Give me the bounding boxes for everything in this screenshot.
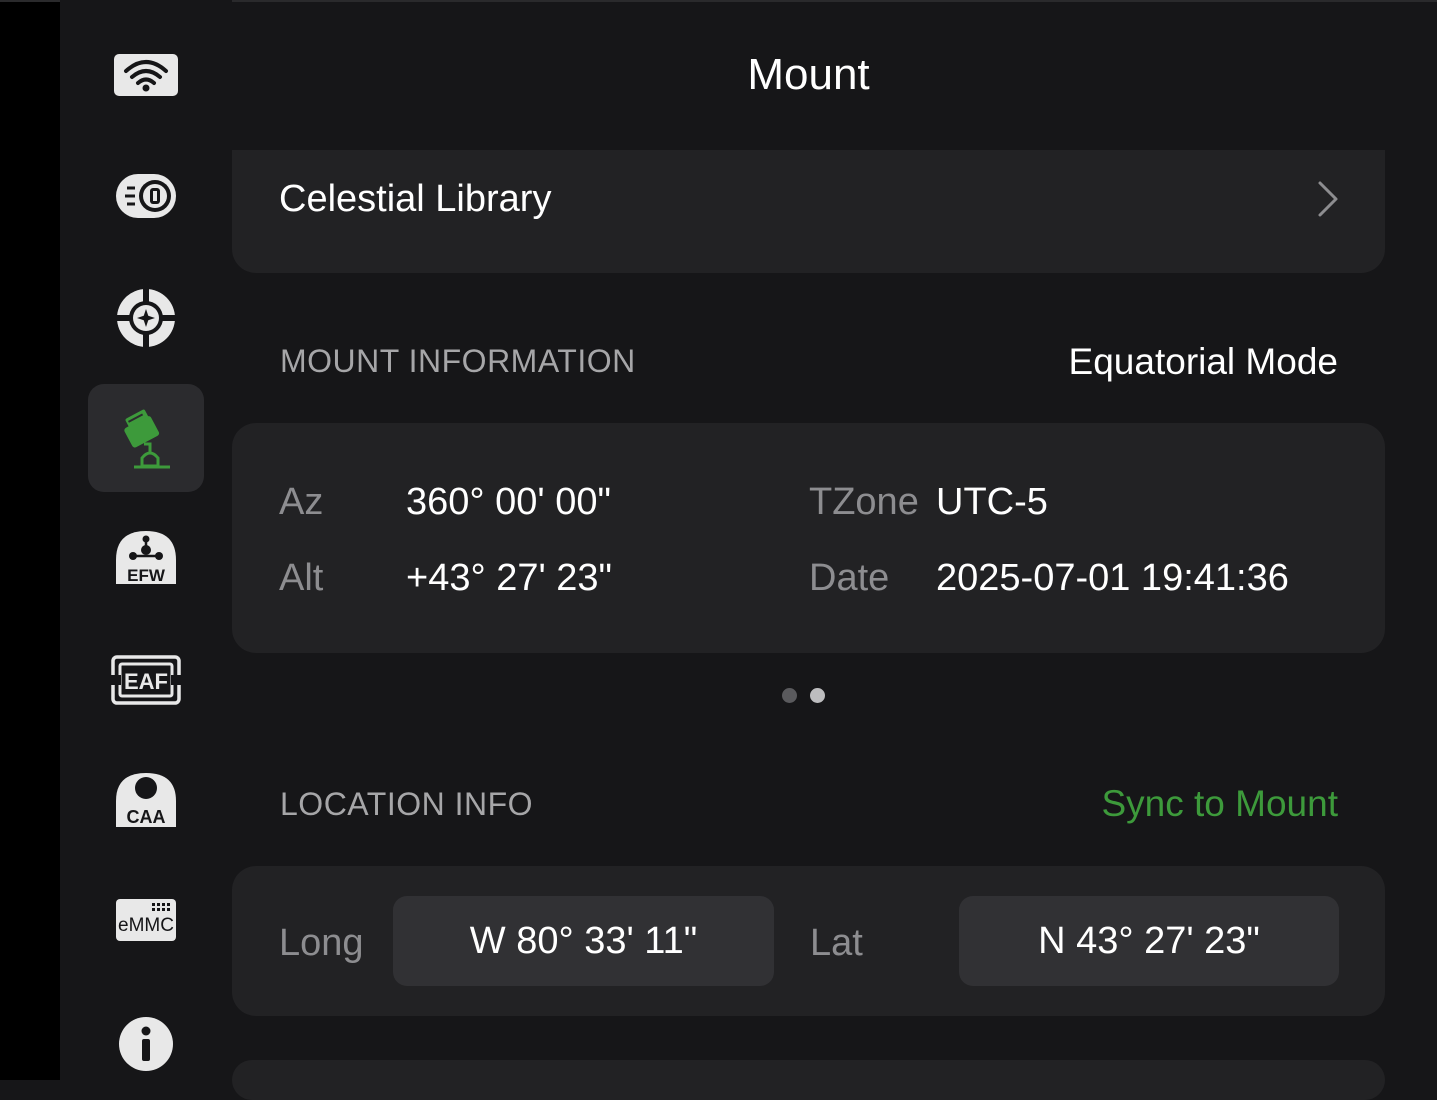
az-value: 360° 00' 00"	[406, 481, 611, 523]
az-label: Az	[279, 481, 324, 523]
sidebar-item-info[interactable]	[88, 990, 204, 1098]
sidebar-item-wifi[interactable]	[88, 21, 204, 129]
alt-label: Alt	[279, 557, 324, 599]
sidebar-item-mount[interactable]	[88, 384, 204, 492]
sidebar-item-emmc[interactable]: eMMC	[88, 866, 204, 974]
svg-text:EFW: EFW	[127, 566, 166, 585]
svg-text:EAF: EAF	[124, 669, 168, 694]
sidebar-item-efw[interactable]: EFW	[88, 504, 204, 612]
sidebar-item-guide[interactable]	[88, 264, 204, 372]
date-label: Date	[809, 557, 890, 599]
mount-mode-label: Equatorial Mode	[1068, 341, 1338, 382]
screen-edge	[0, 0, 60, 1080]
svg-text:eMMC: eMMC	[118, 915, 174, 936]
next-section-card	[232, 1060, 1385, 1100]
eaf-icon: EAF	[111, 655, 181, 705]
page-title: Mount	[747, 50, 870, 99]
svg-text:CAA: CAA	[127, 807, 166, 827]
latitude-field[interactable]: N 43° 27' 23"	[959, 896, 1339, 986]
page-dot-2[interactable]	[810, 688, 825, 703]
chevron-right-icon	[1317, 180, 1339, 223]
info-icon	[118, 1016, 174, 1072]
celestial-library-row[interactable]: Celestial Library	[232, 150, 1385, 273]
tzone-value: UTC-5	[936, 481, 1048, 523]
page-dot-1[interactable]	[782, 688, 797, 703]
camera-icon	[113, 170, 179, 222]
mount-information-heading: MOUNT INFORMATION	[280, 343, 636, 379]
lat-label: Lat	[810, 922, 863, 964]
mount-icon	[116, 406, 176, 470]
alt-value: +43° 27' 23"	[406, 557, 613, 599]
efw-icon: EFW	[113, 528, 179, 588]
celestial-library-label: Celestial Library	[279, 178, 552, 220]
mount-info-card: Az 360° 00' 00" Alt +43° 27' 23" TZone U…	[232, 423, 1385, 653]
wifi-icon	[113, 51, 179, 99]
date-value: 2025-07-01 19:41:36	[936, 557, 1289, 599]
longitude-field[interactable]: W 80° 33' 11"	[393, 896, 774, 986]
sidebar-item-eaf[interactable]: EAF	[88, 626, 204, 734]
sidebar-item-caa[interactable]: CAA	[88, 746, 204, 854]
page-indicator[interactable]	[782, 688, 825, 703]
sidebar: EFW EAF CAA eMMC	[60, 0, 232, 1080]
emmc-icon: eMMC	[114, 897, 178, 943]
sidebar-item-camera[interactable]	[88, 142, 204, 250]
sync-to-mount-button[interactable]: Sync to Mount	[1101, 783, 1338, 825]
guide-crosshair-icon	[115, 287, 177, 349]
caa-icon: CAA	[113, 771, 179, 829]
location-info-heading: LOCATION INFO	[280, 786, 534, 822]
long-label: Long	[279, 922, 364, 964]
tzone-label: TZone	[809, 481, 919, 523]
